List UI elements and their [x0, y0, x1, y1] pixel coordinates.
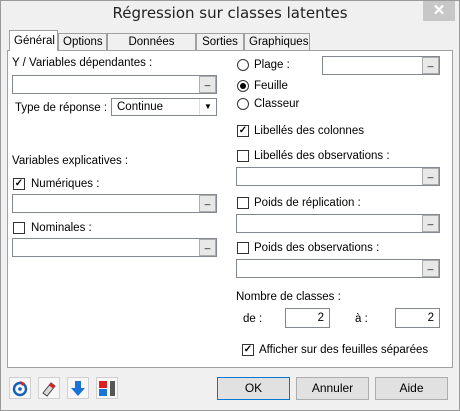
- ok-button[interactable]: OK: [217, 377, 290, 400]
- numeric-checkbox[interactable]: ✓: [13, 178, 25, 190]
- layout-button[interactable]: [96, 377, 118, 399]
- window-title: Régression sur classes latentes: [112, 4, 348, 22]
- close-icon: ✕: [432, 2, 446, 19]
- range-label: Plage :: [254, 59, 290, 71]
- numeric-label: Numériques :: [31, 178, 100, 190]
- from-classes-input[interactable]: 2: [285, 308, 330, 328]
- reset-icon: [12, 381, 28, 397]
- picker-icon: _: [427, 168, 434, 179]
- range-input[interactable]: _: [322, 56, 440, 75]
- tab-options[interactable]: Options: [58, 33, 107, 50]
- numeric-input[interactable]: _: [12, 194, 217, 213]
- observation-weights-input[interactable]: _: [236, 259, 440, 278]
- from-label: de :: [243, 313, 263, 325]
- dependents-picker-button[interactable]: _: [199, 76, 216, 93]
- explanatory-label: Variables explicatives :: [12, 155, 129, 167]
- erase-button[interactable]: [38, 377, 60, 399]
- separate-sheets-checkbox[interactable]: ✓: [242, 344, 254, 356]
- range-radio[interactable]: [237, 59, 249, 71]
- replication-weights-label: Poids de réplication :: [254, 197, 361, 209]
- tab-outputs[interactable]: Sorties: [196, 33, 244, 50]
- picker-icon: _: [427, 260, 434, 271]
- picker-icon: _: [427, 57, 434, 68]
- observation-labels-input[interactable]: _: [236, 167, 440, 186]
- observation-labels-label: Libellés des observations :: [254, 150, 390, 162]
- radio-selected-dot: [240, 83, 246, 89]
- picker-icon: _: [204, 239, 211, 250]
- numeric-picker-button[interactable]: _: [199, 195, 216, 212]
- dependents-label: Y / Variables dépendantes :: [12, 57, 153, 69]
- sheet-label: Feuille: [254, 80, 288, 92]
- to-label: à :: [355, 313, 368, 325]
- dependents-input[interactable]: _: [12, 75, 217, 94]
- picker-icon: _: [204, 76, 211, 87]
- to-classes-input[interactable]: 2: [395, 308, 440, 328]
- help-button[interactable]: Aide: [375, 377, 448, 400]
- down-arrow-icon: [71, 381, 85, 396]
- response-type-select[interactable]: Continue ▼: [111, 98, 217, 116]
- chevron-down-icon: ▼: [199, 99, 216, 115]
- layout-icon: [99, 381, 115, 396]
- nominal-input[interactable]: _: [12, 238, 217, 257]
- column-labels-label: Libellés des colonnes: [254, 125, 364, 137]
- num-classes-label: Nombre de classes :: [236, 291, 341, 303]
- close-button[interactable]: ✕: [423, 0, 455, 21]
- observation-labels-picker-button[interactable]: _: [422, 168, 439, 185]
- tab-general[interactable]: Général: [9, 30, 58, 51]
- picker-icon: _: [427, 215, 434, 226]
- workbook-radio[interactable]: [237, 98, 249, 110]
- picker-icon: _: [204, 195, 211, 206]
- observation-labels-checkbox[interactable]: [237, 150, 249, 162]
- nominal-checkbox[interactable]: [13, 222, 25, 234]
- column-labels-checkbox[interactable]: ✓: [237, 125, 249, 137]
- nominal-picker-button[interactable]: _: [199, 239, 216, 256]
- replication-weights-input[interactable]: _: [236, 214, 440, 233]
- observation-weights-checkbox[interactable]: [237, 242, 249, 254]
- tab-charts[interactable]: Graphiques: [244, 33, 310, 50]
- replication-weights-checkbox[interactable]: [237, 197, 249, 209]
- range-picker-button[interactable]: _: [422, 57, 439, 74]
- response-type-label: Type de réponse :: [15, 102, 108, 114]
- down-button[interactable]: [67, 377, 89, 399]
- checkmark-icon: ✓: [243, 344, 253, 355]
- separate-sheets-label: Afficher sur des feuilles séparées: [259, 344, 429, 356]
- reset-button[interactable]: [9, 377, 31, 399]
- checkmark-icon: ✓: [14, 178, 24, 189]
- checkmark-icon: ✓: [238, 125, 248, 136]
- tab-missing-data[interactable]: Données manq.: [107, 33, 196, 65]
- response-type-value: Continue: [117, 101, 164, 113]
- sheet-radio[interactable]: [237, 80, 249, 92]
- cancel-button[interactable]: Annuler: [296, 377, 369, 400]
- observation-weights-label: Poids des observations :: [254, 242, 380, 254]
- workbook-label: Classeur: [254, 98, 300, 110]
- nominal-label: Nominales :: [31, 222, 92, 234]
- eraser-icon: [42, 382, 56, 397]
- observation-weights-picker-button[interactable]: _: [422, 260, 439, 277]
- replication-weights-picker-button[interactable]: _: [422, 215, 439, 232]
